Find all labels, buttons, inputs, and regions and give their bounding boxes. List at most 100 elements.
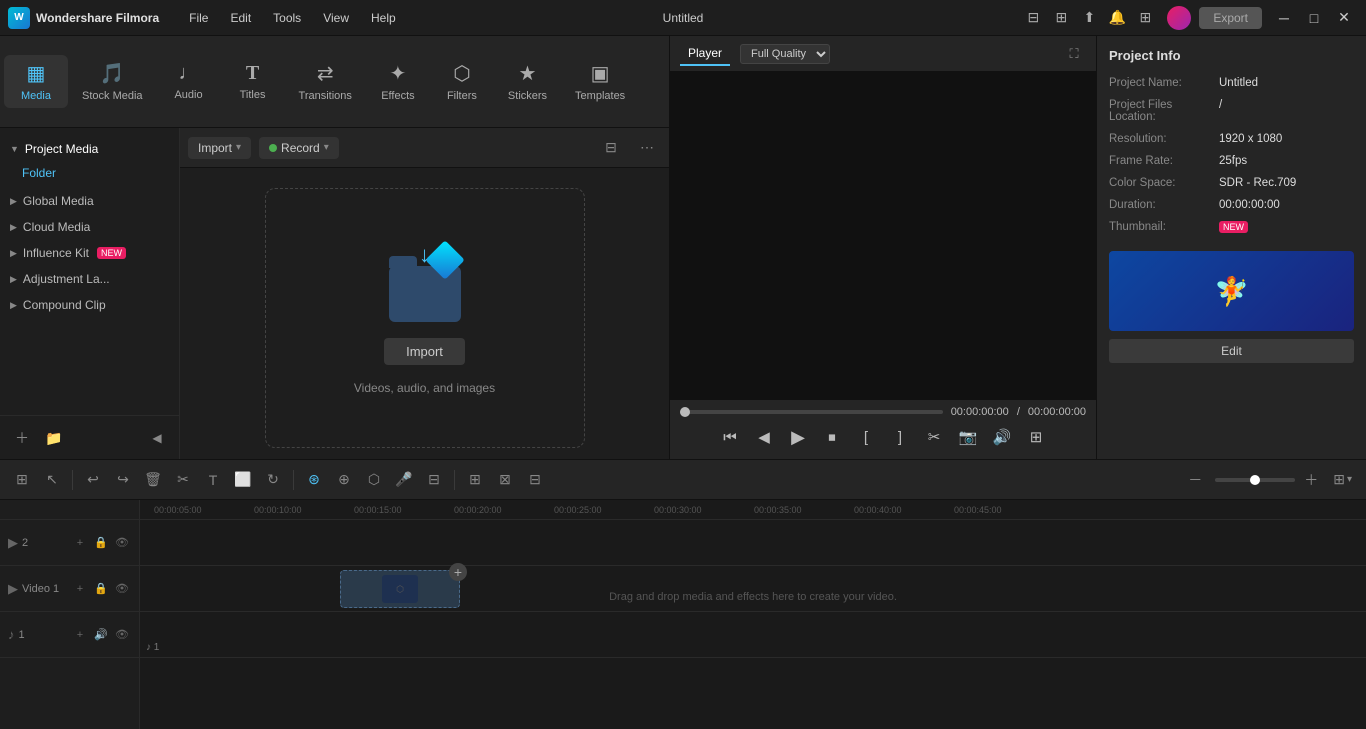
tab-audio[interactable]: ♩ Audio	[157, 56, 221, 107]
crop-icon[interactable]: ⬜	[229, 466, 257, 494]
tab-media[interactable]: ▦ Media	[4, 55, 68, 108]
edit-thumbnail-button[interactable]: Edit	[1109, 339, 1354, 363]
text-icon[interactable]: T	[199, 466, 227, 494]
proj-files-label: Project Files Location:	[1109, 99, 1219, 123]
menu-help[interactable]: Help	[361, 7, 406, 29]
zoom-slider[interactable]	[1215, 478, 1295, 482]
tab-stickers-label: Stickers	[508, 90, 547, 102]
expand-arrow: ▼	[10, 144, 19, 154]
snap-icon[interactable]: ⊞	[8, 466, 36, 494]
menu-view[interactable]: View	[313, 7, 359, 29]
menu-edit[interactable]: Edit	[220, 7, 261, 29]
track-icon-2[interactable]: ⊠	[491, 466, 519, 494]
sidebar-collapse-btn[interactable]: ◀	[143, 424, 171, 452]
player-header: Player Full Quality 1/2 Quality 1/4 Qual…	[670, 36, 1096, 72]
video1-icon: ▶	[8, 581, 18, 597]
fullscreen-icon[interactable]: ⛶	[1062, 42, 1086, 66]
export-button[interactable]: Export	[1199, 7, 1262, 29]
split-icon[interactable]: ✂	[921, 424, 947, 450]
player-tab[interactable]: Player	[680, 42, 730, 66]
maximize-button[interactable]: □	[1300, 7, 1328, 29]
redo-icon[interactable]: ↪	[109, 466, 137, 494]
sidebar-item-influence-kit[interactable]: ▶ Influence Kit NEW	[0, 240, 179, 266]
ai-tools-icon[interactable]: ⊛	[300, 466, 328, 494]
proj-name-label: Project Name:	[1109, 77, 1219, 89]
zoom-thumb[interactable]	[1250, 475, 1260, 485]
sidebar-item-global-media[interactable]: ▶ Global Media	[0, 188, 179, 214]
track-clip[interactable]: ⬡ +	[340, 570, 460, 608]
delete-icon[interactable]: 🗑	[139, 466, 167, 494]
pip-icon[interactable]: ⊞	[1023, 424, 1049, 450]
layout-icon[interactable]: ⊞	[1133, 6, 1157, 30]
video1-vis-icon[interactable]: 👁	[113, 580, 131, 598]
tab-filters[interactable]: ⬡ Filters	[430, 55, 494, 108]
grid-view-btn[interactable]: ⊞ ▾	[1327, 467, 1358, 492]
video1-add-icon[interactable]: +	[71, 580, 89, 598]
select-tool-icon[interactable]: ↖	[38, 466, 66, 494]
quality-select[interactable]: Full Quality 1/2 Quality 1/4 Quality	[740, 44, 830, 64]
track2-add-icon[interactable]: +	[71, 534, 89, 552]
more-options-icon[interactable]: ⋯	[633, 134, 661, 162]
effects-tools-icon[interactable]: ⊕	[330, 466, 358, 494]
sidebar-folder-btn[interactable]: Folder	[0, 162, 179, 188]
filter-icon[interactable]: ⊟	[597, 134, 625, 162]
sidebar-add-icon[interactable]: ＋	[8, 424, 36, 452]
user-avatar[interactable]	[1167, 6, 1191, 30]
audio1-add-icon[interactable]: +	[71, 626, 89, 644]
rotate-icon[interactable]: ↻	[259, 466, 287, 494]
snapshot-icon[interactable]: 📷	[955, 424, 981, 450]
menu-tools[interactable]: Tools	[263, 7, 311, 29]
notification-icon[interactable]: 🔔	[1105, 6, 1129, 30]
volume-icon[interactable]: 🔊	[989, 424, 1015, 450]
track-lane-video1[interactable]: ⬡ + Drag and drop media and effects here…	[140, 566, 1366, 612]
tab-titles[interactable]: T Titles	[221, 56, 285, 107]
tab-stickers[interactable]: ★ Stickers	[494, 55, 561, 108]
voice-icon[interactable]: 🎤	[390, 466, 418, 494]
split-track-icon[interactable]: ⊞	[461, 466, 489, 494]
sidebar-item-compound-clip[interactable]: ▶ Compound Clip	[0, 292, 179, 318]
record-button[interactable]: Record ▾	[259, 137, 339, 159]
audio1-vis-icon[interactable]: 👁	[113, 626, 131, 644]
sidebar-item-project-media[interactable]: ▼ Project Media	[0, 136, 179, 162]
frame-back-icon[interactable]: ◀	[751, 424, 777, 450]
out-point-icon[interactable]: ]	[887, 424, 913, 450]
clip-add-button[interactable]: +	[449, 563, 467, 581]
track2-vis-icon[interactable]: 👁	[113, 534, 131, 552]
sidebar-item-cloud-media[interactable]: ▶ Cloud Media	[0, 214, 179, 240]
upload-icon[interactable]: ⬆	[1077, 6, 1101, 30]
cut-icon[interactable]: ✂	[169, 466, 197, 494]
audio1-mute-icon[interactable]: 🔊	[92, 626, 110, 644]
sidebar-item-adjustment[interactable]: ▶ Adjustment La...	[0, 266, 179, 292]
menu-file[interactable]: File	[179, 7, 218, 29]
zoom-out-icon[interactable]: －	[1181, 466, 1209, 494]
import-button[interactable]: Import ▾	[188, 137, 251, 159]
zoom-track[interactable]	[1215, 478, 1295, 482]
zoom-in-icon[interactable]: ＋	[1297, 466, 1325, 494]
progress-track[interactable]	[680, 410, 943, 414]
mask-icon[interactable]: ⬡	[360, 466, 388, 494]
track-lane-2[interactable]	[140, 520, 1366, 566]
minimize-button[interactable]: ─	[1270, 7, 1298, 29]
tab-transitions[interactable]: ⇄ Transitions	[285, 55, 366, 108]
tab-effects[interactable]: ✦ Effects	[366, 55, 430, 108]
stop-icon[interactable]: ⏹	[819, 424, 845, 450]
in-point-icon[interactable]: [	[853, 424, 879, 450]
track-lane-audio1[interactable]: ♪ 1	[140, 612, 1366, 658]
tab-stock-media[interactable]: 🎵 Stock Media	[68, 55, 157, 108]
play-icon[interactable]: ▶	[785, 424, 811, 450]
track2-lock-icon[interactable]: 🔒	[92, 534, 110, 552]
undo-icon[interactable]: ↩	[79, 466, 107, 494]
subtitle-icon[interactable]: ⊟	[420, 466, 448, 494]
grid-icon: ⊞	[1333, 471, 1345, 488]
track-header-audio1: ♪ 1 + 🔊 👁	[0, 612, 139, 658]
split-icon[interactable]: ⊞	[1049, 6, 1073, 30]
close-button[interactable]: ✕	[1330, 7, 1358, 29]
tab-templates[interactable]: ▣ Templates	[561, 55, 639, 108]
import-main-button[interactable]: Import	[384, 338, 465, 365]
video1-lock-icon[interactable]: 🔒	[92, 580, 110, 598]
compact-icon[interactable]: ⊟	[1021, 6, 1045, 30]
skip-back-icon[interactable]: ⏮	[717, 424, 743, 450]
progress-thumb[interactable]	[680, 407, 690, 417]
track-icon-3[interactable]: ⊟	[521, 466, 549, 494]
sidebar-folder-add-icon[interactable]: 📁	[40, 424, 68, 452]
